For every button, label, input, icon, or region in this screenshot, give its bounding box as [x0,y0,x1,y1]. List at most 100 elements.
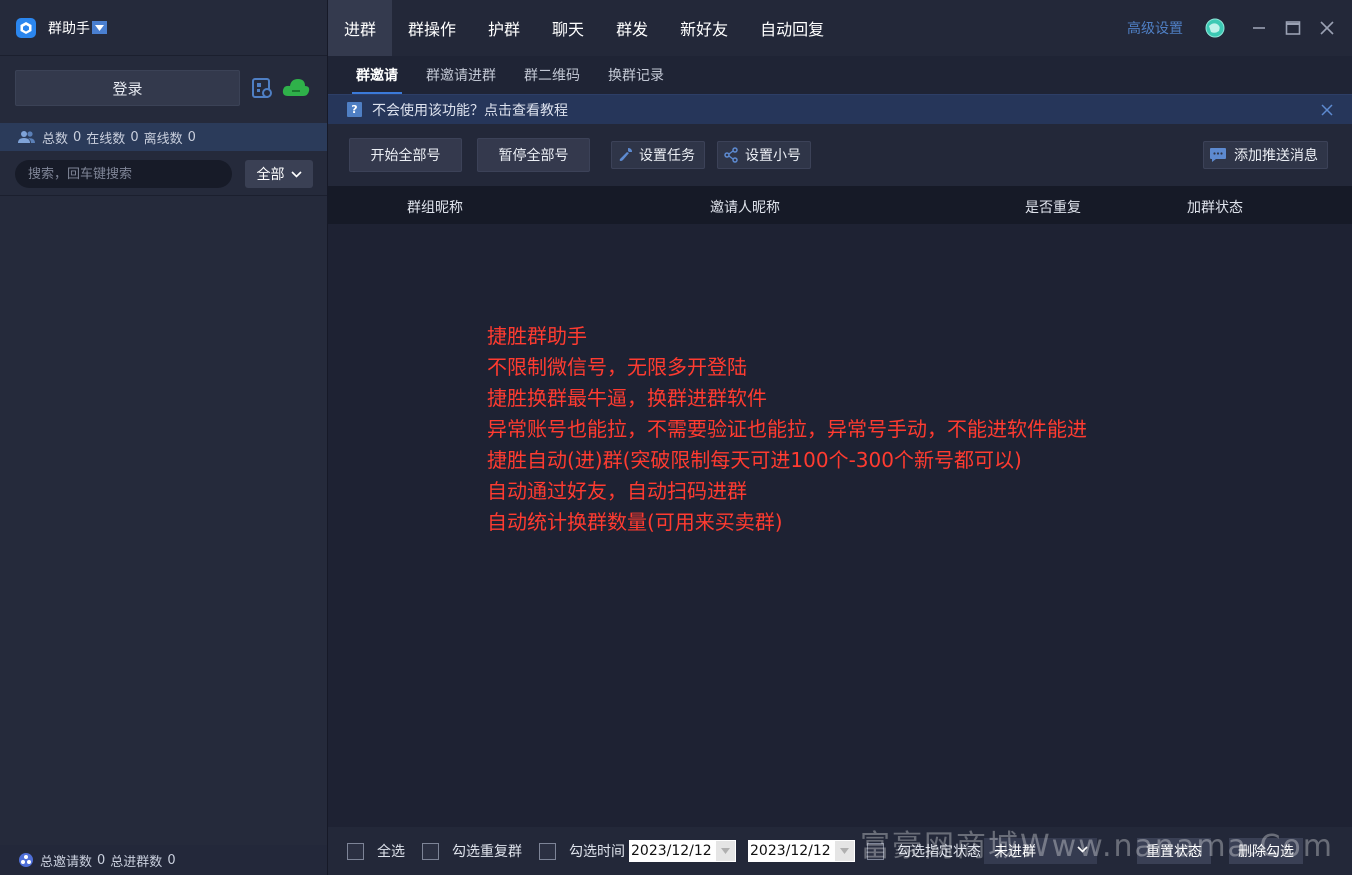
invite-table-body: 捷胜群助手 不限制微信号，无限多开登陆 捷胜换群最牛逼，换群进群软件 异常账号也… [328,224,1352,821]
date-from-value: 2023/12/12 [631,843,712,859]
promo-line: 捷胜自动(进)群(突破限制每天可进100个-300个新号都可以) [487,448,1022,472]
bottom-action-bar: 全选 勾选重复群 勾选时间 2023/12/12 2023/12/12 勾选指定… [328,827,1352,875]
promo-text-block: 捷胜群助手 不限制微信号，无限多开登陆 捷胜换群最牛逼，换群进群软件 异常账号也… [487,321,1087,538]
app-header: 群助手 [0,0,327,56]
stat-offline-value: 0 [187,129,196,145]
main-panel: 进群 群操作 护群 聊天 群发 新好友 自动回复 高级设置 群邀请 群邀请进群 … [328,0,1352,875]
stat-offline-label: 离线数 [143,131,183,147]
login-row: 登录 [15,70,312,106]
tab-chat[interactable]: 聊天 [536,0,600,56]
column-header-inviter-nickname[interactable]: 邀请人昵称 [710,197,780,217]
tab-group-operations[interactable]: 群操作 [392,0,472,56]
tab-auto-reply[interactable]: 自动回复 [744,0,840,56]
status-select-value: 未进群 [994,844,1036,860]
promo-line: 异常账号也能拉，不需要验证也能拉，异常号手动，不能进软件能进 [487,417,1087,441]
column-header-group-nickname[interactable]: 群组昵称 [407,197,463,217]
tutorial-notice[interactable]: ? 不会使用该功能？点击查看教程 [328,94,1352,124]
select-status-label: 勾选指定状态 [897,844,981,860]
stat-total-label: 总数 [42,131,69,147]
sidebar-footer: 总邀请数 0 总进群数 0 [0,845,327,875]
promo-line: 自动通过好友，自动扫码进群 [487,479,747,503]
select-time-checkbox[interactable] [539,842,556,860]
subtab-swap-records[interactable]: 换群记录 [594,56,678,94]
reset-status-button[interactable]: 重置状态 [1137,838,1211,864]
cloud-icon[interactable] [282,76,310,100]
set-task-button[interactable]: 设置任务 [611,141,705,169]
maximize-icon [1285,21,1301,35]
wrench-icon [619,148,632,161]
footer-invites-label: 总邀请数 [40,854,93,870]
filter-select-value: 全部 [256,167,285,183]
close-icon [1320,21,1334,35]
stat-online-value: 0 [130,129,139,145]
chevron-down-icon[interactable] [716,841,735,861]
tab-broadcast[interactable]: 群发 [600,0,664,56]
select-status-checkbox[interactable] [867,842,884,860]
select-time-label: 勾选时间 [569,844,625,860]
tab-new-friends[interactable]: 新好友 [664,0,744,56]
help-icon: ? [347,102,362,117]
window-controls: 高级设置 [1127,0,1352,56]
account-filter-select[interactable]: 全部 [245,160,313,188]
promo-line: 捷胜换群最牛逼，换群进群软件 [487,386,767,410]
subtab-group-invite[interactable]: 群邀请 [342,56,412,94]
start-all-button[interactable]: 开始全部号 [349,138,462,172]
qrcode-settings-icon[interactable] [251,77,273,99]
set-alt-account-label: 设置小号 [745,148,801,164]
tab-join-group[interactable]: 进群 [328,0,393,56]
date-to-picker[interactable]: 2023/12/12 [748,840,855,862]
sidebar-divider [0,195,327,196]
advanced-settings-link[interactable]: 高级设置 [1127,18,1183,38]
chevron-down-icon [1077,846,1088,853]
select-all-checkbox[interactable] [347,842,364,860]
action-toolbar: 开始全部号 暂停全部号 设置任务 设置小号 添加推送消息 [328,124,1352,186]
sidebar: 群助手 登录 总数 0 在线数 0 离线数 0 全部 [0,0,328,875]
promo-line: 捷胜群助手 [487,324,587,348]
add-push-message-button[interactable]: 添加推送消息 [1203,141,1328,169]
search-input[interactable] [15,160,232,188]
account-stats-bar: 总数 0 在线数 0 离线数 0 [0,123,327,151]
pause-all-button[interactable]: 暂停全部号 [477,138,590,172]
app-title: 群助手 [48,20,90,37]
maximize-button[interactable] [1276,0,1310,56]
minimize-icon [1253,27,1265,29]
date-to-value: 2023/12/12 [750,843,831,859]
select-duplicate-checkbox[interactable] [422,842,439,860]
stat-online-label: 在线数 [86,131,126,147]
footer-joined-label: 总进群数 [110,854,163,870]
stat-total-value: 0 [73,129,82,145]
search-row: 全部 [15,160,313,188]
promo-line: 自动统计换群数量(可用来买卖群) [487,510,783,534]
status-select[interactable]: 未进群 [984,838,1097,864]
hexagon-logo-icon [16,17,36,38]
theme-skin-icon[interactable] [1205,18,1225,38]
column-header-is-duplicate[interactable]: 是否重复 [1025,197,1081,217]
select-duplicate-label: 勾选重复群 [452,844,522,860]
set-task-label: 设置任务 [639,148,695,164]
chevron-down-icon [290,170,302,178]
tutorial-notice-text[interactable]: 不会使用该功能？点击查看教程 [372,100,568,120]
footer-joined-value: 0 [167,852,176,868]
set-alt-account-button[interactable]: 设置小号 [717,141,811,169]
subtab-group-qrcode[interactable]: 群二维码 [510,56,594,94]
share-icon [724,147,738,163]
subtab-invite-join[interactable]: 群邀请进群 [412,56,510,94]
group-network-icon [19,853,33,867]
login-button[interactable]: 登录 [15,70,240,106]
promo-line: 不限制微信号，无限多开登陆 [487,355,747,379]
close-window-button[interactable] [1310,0,1344,56]
date-from-picker[interactable]: 2023/12/12 [629,840,736,862]
delete-selected-button[interactable]: 删除勾选 [1229,838,1303,864]
app-menu-dropdown-icon[interactable] [92,21,107,34]
tab-group-protect[interactable]: 护群 [472,0,536,56]
close-icon[interactable] [1320,103,1334,117]
top-nav: 进群 群操作 护群 聊天 群发 新好友 自动回复 高级设置 [328,0,1352,56]
chevron-down-icon[interactable] [835,841,854,861]
footer-invites-value: 0 [97,852,106,868]
minimize-button[interactable] [1242,0,1276,56]
users-icon [18,131,35,143]
table-header: 群组昵称 邀请人昵称 是否重复 加群状态 [328,186,1352,224]
column-header-join-status[interactable]: 加群状态 [1187,197,1243,217]
select-all-label: 全选 [377,844,405,860]
message-icon [1210,148,1226,162]
